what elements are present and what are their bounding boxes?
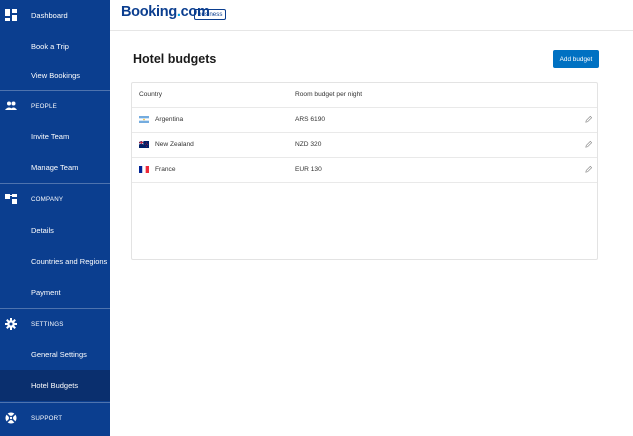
sidebar-item-view-bookings[interactable]: View Bookings <box>0 60 110 91</box>
sidebar-item-label: Dashboard <box>31 11 68 20</box>
sidebar-item-label: Invite Team <box>31 132 70 141</box>
sidebar-section-people[interactable]: PEOPLE <box>0 90 110 121</box>
sidebar-section-label: SETTINGS <box>31 320 64 328</box>
sidebar-item-details[interactable]: Details <box>0 215 110 246</box>
column-header-country: Country <box>139 91 163 98</box>
sidebar-section-label: PEOPLE <box>31 102 57 110</box>
gear-icon <box>5 318 17 330</box>
sidebar-item-label: Hotel Budgets <box>31 381 79 390</box>
sidebar-section-company[interactable]: COMPANY <box>0 183 110 214</box>
top-bar: Booking.com business <box>110 0 633 31</box>
room-budget-value: ARS 6190 <box>295 116 326 123</box>
france-flag <box>139 166 149 173</box>
pencil-icon[interactable] <box>584 140 593 149</box>
table-row[interactable]: Argentina ARS 6190 <box>132 108 597 133</box>
logo-text: Booking <box>121 4 177 20</box>
sidebar-section-settings[interactable]: SETTINGS <box>0 308 110 339</box>
room-budget-value: EUR 130 <box>295 166 322 173</box>
sidebar-item-dashboard[interactable]: Dashboard <box>0 0 110 31</box>
business-badge: business <box>194 9 227 20</box>
country-name: New Zealand <box>155 141 194 148</box>
table-row[interactable]: France EUR 130 <box>132 158 597 183</box>
country-name: France <box>155 166 176 173</box>
sidebar-item-countries-and-regions[interactable]: Countries and Regions <box>0 246 110 277</box>
sidebar-item-book-a-trip[interactable]: Book a Trip <box>0 31 110 62</box>
sidebar-item-label: Details <box>31 226 54 235</box>
sidebar-item-label: Countries and Regions <box>31 257 108 266</box>
add-budget-button[interactable]: Add budget <box>553 50 599 68</box>
sidebar-section-label: COMPANY <box>31 195 64 203</box>
sidebar-item-label: Manage Team <box>31 163 79 172</box>
table-header-row: Country Room budget per night <box>132 83 597 108</box>
sidebar-item-general-settings[interactable]: General Settings <box>0 339 110 370</box>
budget-table: Country Room budget per night Argentina … <box>131 82 598 260</box>
sidebar-section-support[interactable]: SUPPORT <box>0 402 110 433</box>
country-name: Argentina <box>155 116 184 123</box>
argentina-flag <box>139 116 149 123</box>
table-row[interactable]: New Zealand NZD 320 <box>132 133 597 158</box>
dashboard-icon <box>5 9 17 21</box>
column-header-room-budget: Room budget per night <box>295 91 363 98</box>
sidebar-item-hotel-budgets[interactable]: Hotel Budgets <box>0 370 110 401</box>
sidebar-item-payment[interactable]: Payment <box>0 277 110 308</box>
new-zealand-flag <box>139 141 149 148</box>
pencil-icon[interactable] <box>584 165 593 174</box>
page-title: Hotel budgets <box>133 52 217 66</box>
sidebar-item-manage-team[interactable]: Manage Team <box>0 152 110 183</box>
sidebar-section-label: SUPPORT <box>31 414 63 422</box>
sidebar: Dashboard Book a Trip View Bookings PEOP… <box>0 0 110 436</box>
sidebar-item-label: Book a Trip <box>31 42 69 51</box>
sidebar-item-label: View Bookings <box>31 71 81 80</box>
sidebar-item-label: Payment <box>31 288 61 297</box>
room-budget-value: NZD 320 <box>295 141 322 148</box>
sidebar-item-label: General Settings <box>31 350 87 359</box>
company-icon <box>5 194 17 204</box>
support-icon <box>5 412 17 424</box>
people-icon <box>5 101 17 110</box>
pencil-icon[interactable] <box>584 115 593 124</box>
sidebar-item-invite-team[interactable]: Invite Team <box>0 121 110 152</box>
